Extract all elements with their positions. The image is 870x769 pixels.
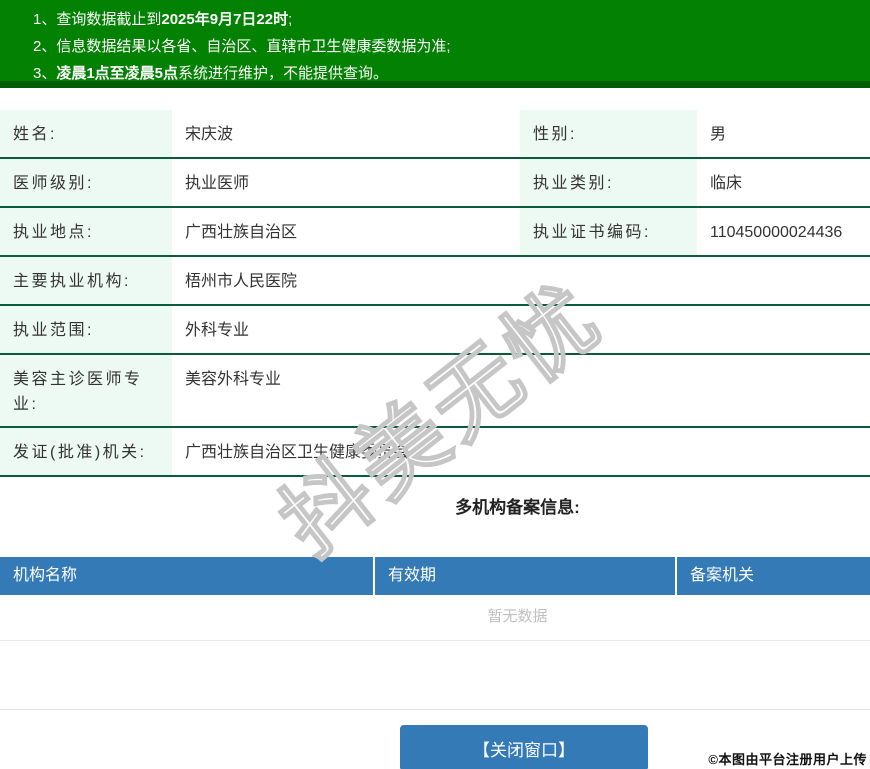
field-label-main-institution: 主要执业机构: [0,257,172,306]
field-label-practice-place: 执业地点: [0,208,172,257]
field-value-doctor-level: 执业医师 [172,159,520,208]
column-header-validity-period: 有效期 [375,557,675,595]
notice-number: 2、 [33,38,57,55]
field-value-main-institution: 梧州市人民医院 [172,257,870,306]
notice-bold-text: 2025年9月7日22时 [161,11,289,28]
multi-org-table-header: 机构名称 有效期 备案机关 [0,557,870,595]
notice-number: 3、 [33,65,57,82]
field-value-practice-type: 临床 [697,159,870,208]
notice-bold-text: 凌晨1点至凌晨5点 [56,65,179,82]
field-label-name: 姓名: [0,110,172,159]
notice-text: ; [288,11,293,28]
empty-data-placeholder: 暂无数据 [0,595,870,641]
footer-divider [0,709,870,710]
field-label-doctor-level: 医师级别: [0,159,172,208]
field-value-issuing-authority: 广西壮族自治区卫生健康委员会 [172,428,870,477]
column-header-institution-name: 机构名称 [0,557,373,595]
multi-org-section-title: 多机构备案信息: [455,498,580,517]
field-label-cosmetic-specialty: 美容主诊医师专业: [0,355,172,428]
practitioner-info-table: 姓名: 宋庆波 性别: 男 医师级别: 执业医师 执业类别: 临床 执业地点: … [0,110,870,477]
notice-text: 信息数据结果以各省、自治区、直辖市卫生健康委数据为准; [56,38,451,55]
notice-number: 1、 [33,11,57,28]
notice-line-3: 3、凌晨1点至凌晨5点系统进行维护，不能提供查询。 [33,60,860,87]
notice-line-2: 2、信息数据结果以各省、自治区、直辖市卫生健康委数据为准; [33,33,860,60]
license-query-page: 1、查询数据截止到2025年9月7日22时; 2、信息数据结果以各省、自治区、直… [0,0,870,769]
notice-line-1: 1、查询数据截止到2025年9月7日22时; [33,6,860,33]
close-window-button[interactable]: 【关闭窗口】 [400,725,648,769]
field-label-cert-number: 执业证书编码: [520,208,697,257]
notice-text: 查询数据截止到 [56,11,162,28]
field-value-practice-scope: 外科专业 [172,306,870,355]
column-header-filing-authority: 备案机关 [677,557,870,595]
field-label-practice-scope: 执业范围: [0,306,172,355]
field-label-gender: 性别: [520,110,697,159]
notice-text: 系统进行维护，不能提供查询。 [178,65,389,82]
notice-banner: 1、查询数据截止到2025年9月7日22时; 2、信息数据结果以各省、自治区、直… [0,0,870,88]
field-value-gender: 男 [697,110,870,159]
field-label-practice-type: 执业类别: [520,159,697,208]
field-label-issuing-authority: 发证(批准)机关: [0,428,172,477]
field-value-practice-place: 广西壮族自治区 [172,208,520,257]
field-value-cert-number: 110450000024436 [697,208,870,257]
upload-stamp-text: ©本图由平台注册用户上传 [708,752,867,767]
field-value-name: 宋庆波 [172,110,520,159]
multi-org-table: 机构名称 有效期 备案机关 暂无数据 [0,557,870,641]
field-value-cosmetic-specialty: 美容外科专业 [172,355,870,428]
